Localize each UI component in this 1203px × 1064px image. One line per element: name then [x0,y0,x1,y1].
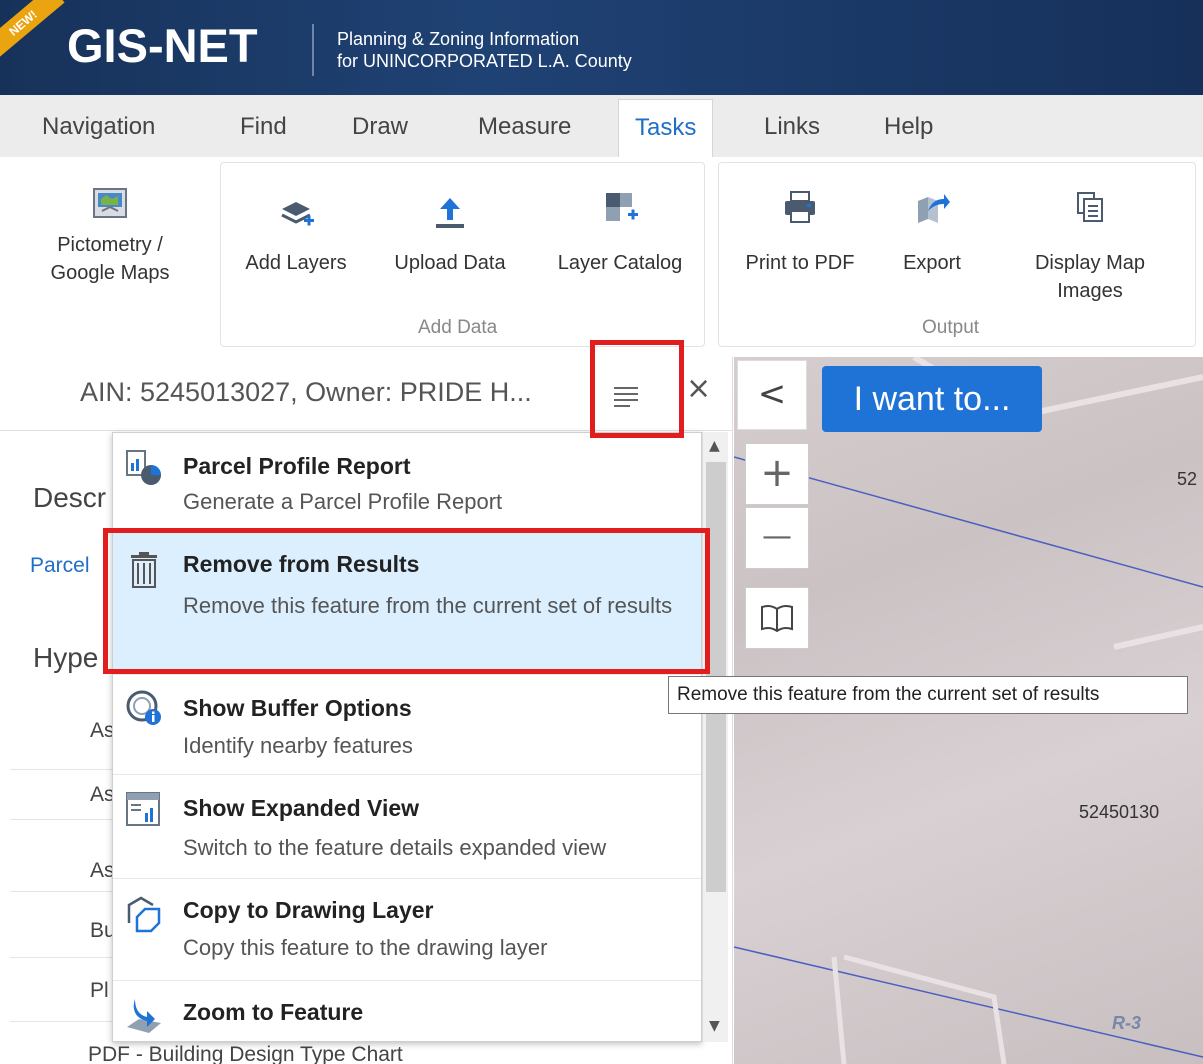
display-map-images-label-line1: Display Map [1034,252,1146,274]
buffer-info-icon [126,690,161,725]
add-layers-button[interactable]: Add Layers [232,195,360,277]
menu-item-description: Switch to the feature details expanded v… [183,835,607,860]
pictometry-label-line1: Pictometry / [57,234,163,256]
menu-item-title: Zoom to Feature [183,999,364,1025]
tab-find[interactable]: Find [240,95,287,157]
parcel-link[interactable]: Parcel [30,554,90,578]
tagline-line2: for UNINCORPORATED L.A. County [337,51,632,71]
menu-item-description: Copy this feature to the drawing layer [183,935,548,960]
menu-scrollbar[interactable]: ▲ ▼ [702,432,728,1042]
upload-data-label: Upload Data [394,252,506,274]
menu-item-title: Show Expanded View [183,795,420,821]
section-heading-hyperlinks: Hype [33,642,99,673]
tab-navigation[interactable]: Navigation [42,95,155,157]
layer-catalog-label: Layer Catalog [557,252,683,274]
images-icon [1077,192,1103,222]
app-header: NEW! GIS-NET Planning & Zoning Informati… [0,0,1203,95]
menu-item-show-expanded-view[interactable]: Show Expanded View Switch to the feature… [113,775,701,879]
hyperlink-row[interactable]: As [90,783,115,807]
menu-item-show-buffer-options[interactable]: Show Buffer Options Identify nearby feat… [113,675,701,775]
book-icon [761,604,793,633]
ribbon-toolbar: Pictometry / Google Maps Add Layers Uplo… [0,157,1203,357]
copy-shape-icon [127,896,161,933]
export-button[interactable]: Export [880,189,984,277]
export-label: Export [903,252,961,274]
export-icon [918,194,950,223]
parcel-number-label: 52450130 [1079,802,1160,822]
hyperlink-row[interactable]: As [90,719,115,743]
printer-icon [785,191,815,223]
layer-catalog-icon [606,193,638,221]
tab-tasks[interactable]: Tasks [618,99,714,157]
menu-item-description: Generate a Parcel Profile Report [183,489,503,514]
ribbon-tabs: Navigation Find Draw Measure Tasks Links… [0,95,1203,157]
zoom-feature-icon [127,999,161,1033]
layers-add-icon [281,202,314,226]
scroll-up-arrow-icon[interactable]: ▲ [709,438,720,454]
tab-help[interactable]: Help [884,95,933,157]
hyperlink-row[interactable]: As [90,859,115,883]
i-want-to-button[interactable]: I want to... [822,366,1042,432]
pictometry-label-line2: Google Maps [50,262,170,284]
tagline-line1: Planning & Zoning Information [337,29,580,49]
menu-item-title: Copy to Drawing Layer [183,897,434,923]
menu-item-parcel-profile-report[interactable]: Parcel Profile Report Generate a Parcel … [113,433,701,533]
scroll-down-arrow-icon[interactable]: ▼ [709,1018,720,1034]
upload-data-button[interactable]: Upload Data [380,195,520,277]
close-panel-button[interactable]: × [686,371,711,406]
pictometry-google-maps-button[interactable]: Pictometry / Google Maps [30,185,190,287]
section-heading-description: Descr [33,482,107,513]
globe-map-icon [93,188,127,218]
actions-dropdown-menu: Parcel Profile Report Generate a Parcel … [112,432,702,1042]
display-map-images-label-line2: Images [1057,280,1123,302]
menu-item-zoom-to-feature[interactable]: Zoom to Feature [113,981,701,1041]
menu-item-description: Identify nearby features [183,733,413,758]
menu-item-copy-to-drawing-layer[interactable]: Copy to Drawing Layer Copy this feature … [113,879,701,981]
print-to-pdf-button[interactable]: Print to PDF [730,189,870,277]
report-chart-icon [126,450,161,485]
annotation-highlight-remove [103,528,710,674]
output-group-label: Output [922,317,980,338]
add-data-group-label: Add Data [418,317,498,338]
menu-item-title: Parcel Profile Report [183,453,411,479]
expanded-view-icon [126,792,160,826]
parcel-number-label: 52 [1177,469,1198,489]
feature-title: AIN: 5245013027, Owner: PRIDE H... [80,377,532,407]
hyperlink-row[interactable]: Pl [90,979,109,1003]
zoning-label: R-3 [1112,1013,1142,1033]
layer-catalog-button[interactable]: Layer Catalog [540,189,700,277]
tab-measure[interactable]: Measure [478,95,571,157]
menu-item-title: Show Buffer Options [183,695,412,721]
display-map-images-button[interactable]: Display Map Images [1010,189,1170,305]
collapse-panel-button[interactable]: < [737,360,807,430]
zoom-in-button[interactable]: + [745,443,809,505]
logo-separator [312,24,314,76]
zoom-out-button[interactable]: — [745,507,809,569]
add-layers-label: Add Layers [245,252,347,274]
tab-draw[interactable]: Draw [352,95,408,157]
building-design-type-chart-link[interactable]: PDF - Building Design Type Chart [88,1043,403,1064]
app-logo: GIS-NET [67,19,258,72]
app-tagline: Planning & Zoning Information for UNINCO… [337,28,632,72]
upload-icon [436,198,464,228]
tooltip: Remove this feature from the current set… [668,676,1188,714]
bookmarks-button[interactable] [745,587,809,649]
print-to-pdf-label: Print to PDF [745,252,855,274]
tab-links[interactable]: Links [764,95,820,157]
annotation-highlight-menu [590,340,684,438]
